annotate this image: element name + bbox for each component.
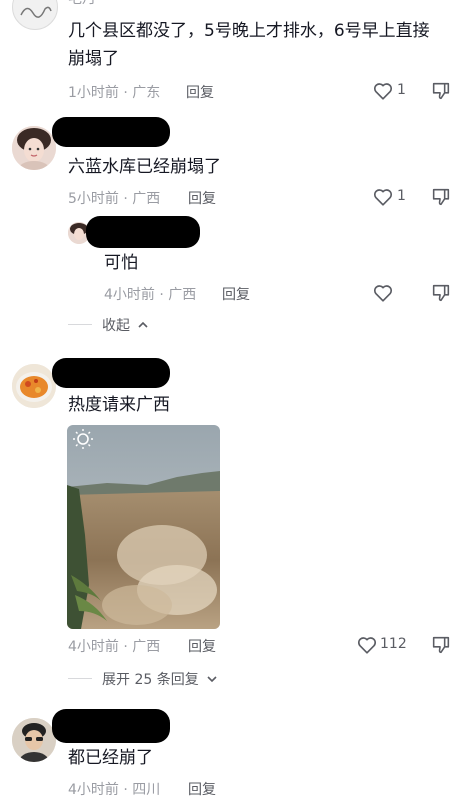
comment-meta: 5小时前 · 广西 <box>68 191 161 207</box>
partial-username: 毛月 <box>68 0 96 8</box>
username-redacted <box>86 216 200 248</box>
flood-video-image <box>67 425 220 629</box>
reply-button[interactable]: 回复 <box>186 82 214 102</box>
signature-logo-icon <box>20 6 52 18</box>
comment-meta: 4小时前 · 四川 <box>68 782 161 798</box>
collapse-replies-button[interactable]: 收起 <box>102 315 149 335</box>
avatar[interactable] <box>12 126 56 170</box>
like-count: 112 <box>380 636 407 652</box>
user-photo-icon <box>12 126 56 170</box>
user-photo-icon <box>12 718 56 762</box>
heart-icon[interactable] <box>372 80 394 102</box>
username-redacted <box>52 117 170 147</box>
like-count: 1 <box>397 188 406 204</box>
expand-replies-button[interactable]: 展开 25 条回复 <box>102 669 218 689</box>
username-redacted <box>52 358 170 388</box>
chevron-up-icon <box>138 321 149 328</box>
collapse-label: 收起 <box>102 318 130 334</box>
heart-icon[interactable] <box>372 186 394 208</box>
dislike-icon[interactable] <box>430 186 452 208</box>
avatar[interactable] <box>12 0 58 30</box>
like-count: 1 <box>397 82 406 98</box>
collapse-divider <box>68 324 92 325</box>
heart-icon[interactable] <box>372 282 394 304</box>
reply-button[interactable]: 回复 <box>188 779 216 799</box>
comment-text: 六蓝水库已经崩塌了 <box>68 157 221 177</box>
avatar[interactable] <box>12 364 56 408</box>
dislike-icon[interactable] <box>430 80 452 102</box>
expand-label: 展开 25 条回复 <box>102 672 199 688</box>
comment-text: 都已经崩了 <box>68 748 153 768</box>
heart-icon[interactable] <box>356 634 378 656</box>
comment-feed: 毛月 几个县区都没了，5号晚上才排水，6号早上直接 崩塌了 1小时前 · 广东 … <box>0 0 456 800</box>
dislike-icon[interactable] <box>430 282 452 304</box>
dislike-icon[interactable] <box>430 634 452 656</box>
username-redacted <box>52 709 170 743</box>
video-thumbnail[interactable] <box>67 425 220 629</box>
avatar[interactable] <box>12 718 56 762</box>
comment-meta: 1小时前 · 广东 <box>68 85 161 101</box>
comment-text: 几个县区都没了，5号晚上才排水，6号早上直接 <box>68 21 430 41</box>
comment-meta: 4小时前 · 广西 <box>68 639 161 655</box>
reply-button[interactable]: 回复 <box>188 636 216 656</box>
reply-text: 可怕 <box>104 253 138 273</box>
chevron-down-icon <box>207 676 217 683</box>
reply-meta: 4小时前 · 广西 <box>104 287 197 303</box>
reply-button[interactable]: 回复 <box>222 284 250 304</box>
expand-divider <box>68 678 92 679</box>
reply-button[interactable]: 回复 <box>188 188 216 208</box>
comment-text: 热度请来广西 <box>68 395 170 415</box>
comment-text-continued: 崩塌了 <box>68 49 119 69</box>
food-photo-icon <box>12 364 56 408</box>
